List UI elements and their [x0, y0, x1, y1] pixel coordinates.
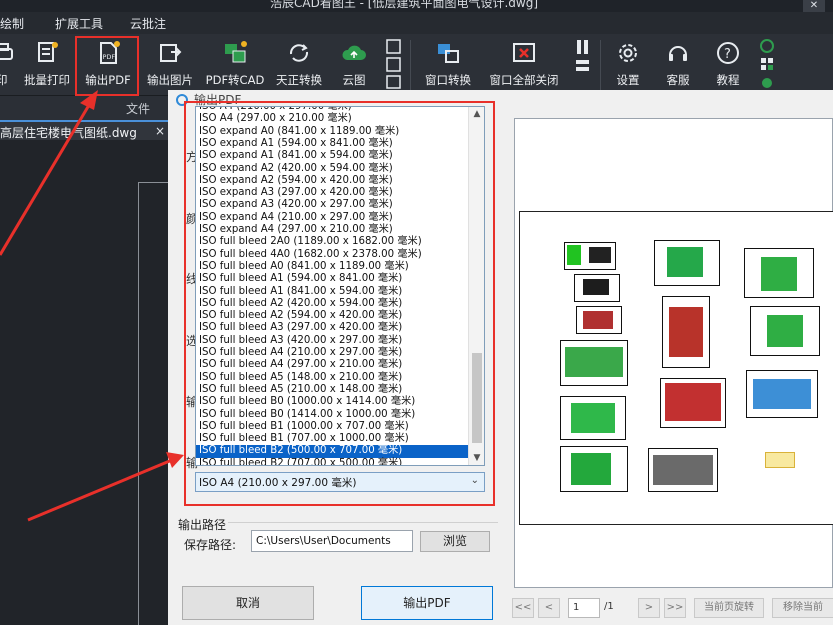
arrow-head-icon: [80, 90, 98, 110]
annotation-arrows: [0, 90, 184, 522]
